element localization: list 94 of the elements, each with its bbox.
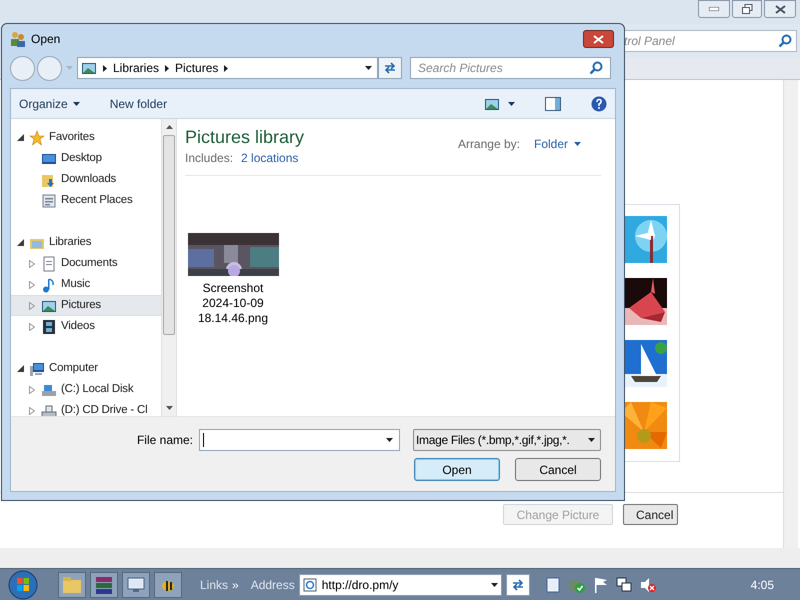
includes-label: Includes: [185, 150, 234, 167]
dropdown-arrow-icon[interactable] [490, 582, 498, 586]
document-icon[interactable] [546, 576, 560, 592]
breadcrumb-arrow-icon[interactable] [103, 64, 107, 72]
breadcrumb-item[interactable]: Libraries [113, 59, 160, 77]
recent-places-icon [41, 192, 57, 208]
refresh-arrows-icon [510, 578, 525, 590]
web-page-icon [302, 578, 317, 592]
organize-menu[interactable]: Organize [19, 94, 80, 112]
refresh-button[interactable] [378, 57, 402, 79]
file-name-field[interactable] [199, 429, 400, 451]
collapsed-arrow-icon[interactable] [29, 322, 35, 330]
close-icon [593, 34, 604, 44]
nav-tree-item[interactable]: Libraries [11, 232, 161, 253]
archive-button[interactable] [90, 572, 118, 598]
monitor-icon [127, 576, 145, 592]
arrange-by-dropdown[interactable]: Folder [534, 135, 581, 153]
computer-icon [29, 360, 45, 376]
film-icon [41, 318, 57, 334]
nav-tree-item[interactable]: (C:) Local Disk [11, 379, 161, 400]
restore-button[interactable] [732, 0, 762, 18]
nav-tree-item[interactable]: Favorites [11, 127, 161, 148]
expanded-arrow-icon[interactable] [17, 239, 24, 246]
file-name-label: File name: [136, 432, 193, 449]
minimize-icon [709, 7, 719, 11]
arrange-by-label: Arrange by: [458, 136, 520, 153]
refresh-arrows-icon [383, 62, 397, 74]
star-icon [29, 130, 45, 146]
cancel-button[interactable]: Cancel [515, 458, 601, 481]
network-icon[interactable] [616, 576, 632, 592]
nav-tree-item[interactable]: Desktop [11, 148, 161, 169]
app-button[interactable] [154, 572, 182, 598]
scrollbar[interactable] [783, 80, 798, 548]
users-icon [10, 31, 26, 47]
open-button[interactable]: Open [414, 458, 500, 481]
collapsed-arrow-icon[interactable] [29, 406, 35, 414]
preview-pane-icon[interactable] [545, 96, 561, 110]
collapsed-arrow-icon[interactable] [29, 386, 35, 394]
document-icon [41, 256, 57, 272]
nav-tree-item[interactable]: Videos [11, 316, 161, 337]
breadcrumb-item[interactable]: Pictures [175, 59, 218, 77]
cancel-button[interactable]: Cancel [623, 504, 678, 525]
window-title: Open [31, 31, 62, 48]
nav-tree-item[interactable]: Pictures [11, 295, 161, 316]
collapsed-arrow-icon[interactable] [29, 260, 35, 268]
go-button[interactable] [506, 574, 530, 596]
nav-tree-item[interactable]: Computer [11, 358, 161, 379]
minimize-button[interactable] [698, 0, 730, 18]
file-name[interactable]: Screenshot 2024-10-09 18.14.46.png [188, 281, 278, 326]
nav-tree-item[interactable]: Music [11, 274, 161, 295]
address-bar[interactable]: Libraries Pictures [77, 57, 378, 79]
breadcrumb-arrow-icon[interactable] [224, 64, 228, 72]
dropdown-arrow-icon [72, 102, 80, 106]
scroll-up-icon[interactable] [166, 125, 172, 129]
music-note-icon [41, 276, 57, 292]
dropdown-arrow-icon[interactable] [508, 102, 515, 106]
breadcrumb-arrow-icon[interactable] [165, 64, 170, 72]
library-title: Pictures library [185, 126, 306, 149]
nav-tree-item[interactable]: Recent Places [11, 190, 161, 211]
nav-tree-item[interactable]: Downloads [11, 169, 161, 190]
scroll-down-icon[interactable] [166, 406, 172, 410]
landscape-icon [81, 60, 97, 76]
locations-link[interactable]: 2 locations [241, 149, 298, 167]
muted-speaker-icon[interactable] [640, 576, 656, 592]
close-button[interactable] [764, 0, 796, 18]
address-label: Address [250, 576, 295, 594]
expanded-arrow-icon[interactable] [17, 365, 24, 372]
search-icon [589, 61, 603, 75]
search-icon [778, 34, 792, 48]
books-icon [96, 576, 112, 594]
scrollbar-thumb[interactable] [163, 135, 175, 335]
flag-icon[interactable] [594, 576, 608, 592]
nav-tree-item[interactable]: (D:) CD Drive - Cl [11, 400, 161, 416]
new-folder-button[interactable]: New folder [110, 94, 168, 112]
collapsed-arrow-icon[interactable] [29, 280, 35, 288]
folder-icon [63, 576, 81, 592]
help-icon[interactable] [591, 96, 607, 112]
chevron-button[interactable]: » [232, 576, 239, 594]
address-field[interactable]: http://dro.pm/y [298, 574, 502, 596]
expanded-arrow-icon[interactable] [17, 134, 24, 141]
start-orb-icon[interactable] [8, 570, 38, 600]
dropdown-arrow-icon [588, 438, 595, 442]
file-type-dropdown[interactable]: Image Files (*.bmp,*.gif,*.jpg,*. [413, 429, 601, 451]
monitor-button[interactable] [122, 572, 150, 598]
folder-button[interactable] [58, 572, 86, 598]
scrollbar[interactable] [161, 119, 177, 416]
nav-tree-item[interactable]: Documents [11, 253, 161, 274]
dropdown-arrow-icon[interactable] [386, 438, 393, 442]
clock[interactable]: 4:05 [750, 576, 792, 594]
dropdown-arrow-icon [574, 142, 581, 146]
close-icon [774, 4, 786, 14]
dropdown-arrow-icon[interactable] [365, 66, 372, 70]
close-button[interactable] [583, 30, 614, 48]
restore-icon [742, 4, 752, 14]
